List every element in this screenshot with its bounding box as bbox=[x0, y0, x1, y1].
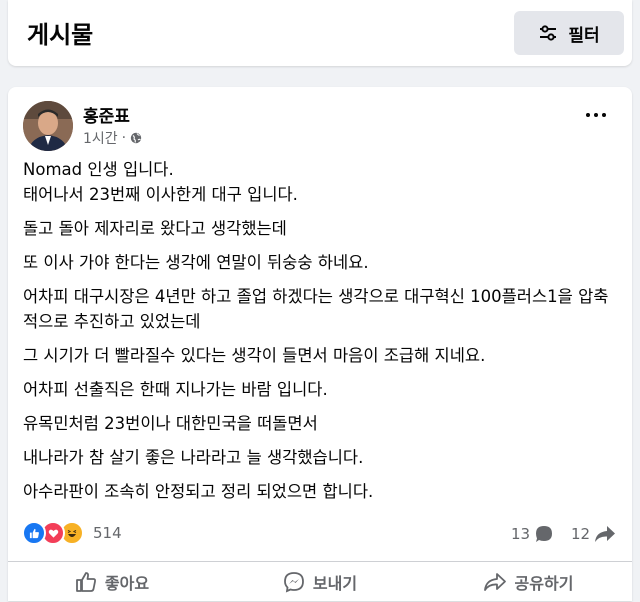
filter-sliders-icon bbox=[540, 25, 557, 41]
post-paragraph: Nomad 인생 입니다. 태어나서 23번째 이사한게 대구 입니다. bbox=[23, 160, 298, 204]
post-time[interactable]: 1시간 bbox=[83, 128, 118, 148]
share-count: 12 bbox=[571, 525, 591, 543]
like-label: 좋아요 bbox=[104, 574, 150, 593]
author-name[interactable]: 홍준표 bbox=[83, 102, 130, 127]
comment-count: 13 bbox=[511, 525, 531, 543]
more-dot-icon bbox=[602, 113, 606, 117]
separator-dot: · bbox=[121, 130, 127, 146]
post-paragraph: 돌고 돌아 제자리로 왔다고 생각했는데 bbox=[23, 219, 287, 238]
share-count-link[interactable]: 12 bbox=[571, 524, 616, 544]
post-actions-bar: 좋아요 보내기 공유하기 bbox=[8, 561, 632, 602]
share-label: 공유하기 bbox=[514, 574, 574, 593]
share-button[interactable]: 공유하기 bbox=[424, 562, 632, 602]
more-dot-icon bbox=[586, 113, 590, 117]
post-paragraph: 어차피 대구시장은 4년만 하고 졸업 하겠다는 생각으로 대구혁신 100플러… bbox=[23, 287, 609, 331]
more-dot-icon bbox=[594, 113, 598, 117]
reaction-count: 514 bbox=[93, 524, 122, 542]
page-header: 게시물 필터 bbox=[8, 0, 632, 66]
send-button[interactable]: 보내기 bbox=[216, 562, 424, 602]
thumbs-up-icon bbox=[76, 572, 96, 592]
more-options-button[interactable] bbox=[586, 113, 606, 117]
post-paragraph: 아수라판이 조속히 안정되고 정리 되었으면 합니다. bbox=[23, 482, 374, 501]
post-paragraph: 어차피 선출직은 한때 지나가는 바람 입니다. bbox=[23, 380, 328, 399]
messenger-icon bbox=[284, 572, 304, 593]
post-paragraph: 유목민처럼 23번이나 대한민국을 떠돌면서 bbox=[23, 414, 318, 433]
post-paragraph: 그 시기가 더 빨라질수 있다는 생각이 들면서 마음이 조급해 지네요. bbox=[23, 346, 486, 365]
post-card: 홍준표 1시간 · Nomad 인생 입니다. 태어나서 23번째 이사한게 대… bbox=[8, 87, 632, 601]
comment-bubble-icon bbox=[536, 526, 553, 542]
share-arrow-icon bbox=[595, 526, 616, 542]
post-body: Nomad 인생 입니다. 태어나서 23번째 이사한게 대구 입니다. 돌고 … bbox=[23, 157, 623, 513]
filter-label: 필터 bbox=[568, 25, 600, 46]
post-paragraph: 내나라가 참 살기 좋은 나라라고 늘 생각했습니다. bbox=[23, 448, 364, 467]
post-meta: 1시간 · bbox=[83, 128, 142, 148]
profile-photo bbox=[23, 101, 73, 151]
like-reaction-icon bbox=[22, 521, 46, 545]
share-icon bbox=[483, 573, 506, 591]
comment-count-link[interactable]: 13 bbox=[511, 524, 554, 544]
post-paragraph: 또 이사 가야 한다는 생각에 연말이 뒤숭숭 하네요. bbox=[23, 253, 369, 272]
like-button[interactable]: 좋아요 bbox=[8, 562, 216, 602]
avatar[interactable] bbox=[23, 101, 73, 151]
filter-button[interactable]: 필터 bbox=[514, 11, 624, 55]
page-title: 게시물 bbox=[27, 21, 94, 49]
send-label: 보내기 bbox=[312, 574, 358, 593]
reactions-summary[interactable]: 514 bbox=[22, 521, 122, 545]
globe-icon bbox=[130, 132, 142, 144]
